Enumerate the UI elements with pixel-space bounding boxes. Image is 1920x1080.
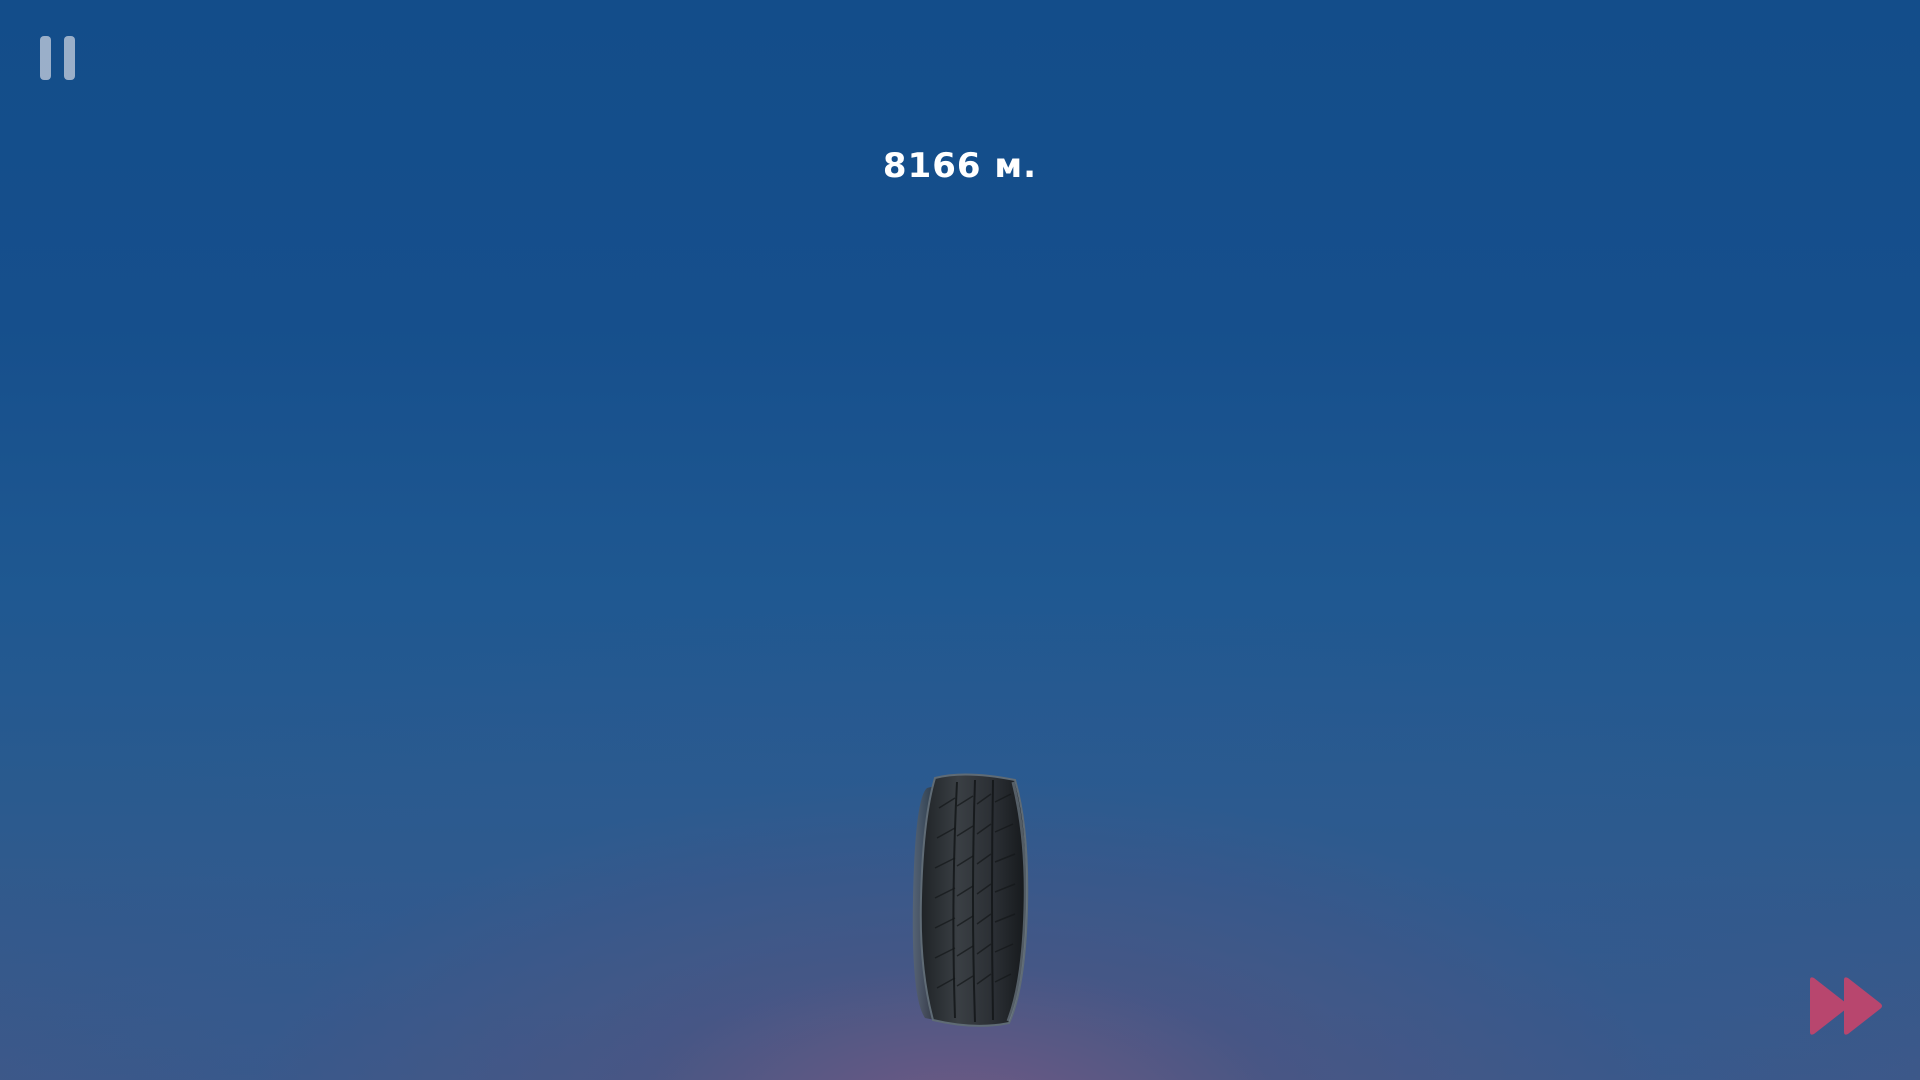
pause-icon-bar xyxy=(64,36,75,80)
pause-icon xyxy=(40,36,51,80)
distance-counter: 8166 м. xyxy=(882,146,1038,186)
pause-button[interactable] xyxy=(40,36,78,82)
fast-forward-icon xyxy=(1810,977,1882,1035)
tire xyxy=(912,773,1029,1027)
fast-forward-button[interactable] xyxy=(1808,976,1886,1036)
